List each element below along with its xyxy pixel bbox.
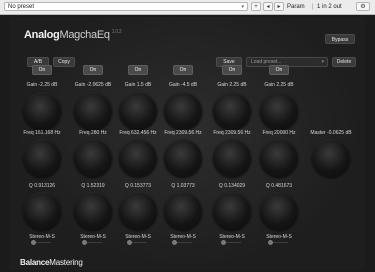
io-label[interactable]: 1 in 2 out <box>317 2 342 12</box>
preset-select[interactable]: No preset ▾ <box>4 2 248 11</box>
stereo-mode-slider[interactable] <box>31 240 53 245</box>
slider-thumb[interactable] <box>172 240 177 245</box>
separator-glyph: | <box>312 4 314 10</box>
band-gain-label: Gain -4.5 dB <box>168 82 198 88</box>
next-preset-button[interactable]: ▸ <box>274 2 284 11</box>
band-freq-label: Freq 2309.56 Hz <box>164 130 202 136</box>
band-q-label: Q 1.03773 <box>171 183 195 189</box>
band-freq-label: Freq 2309.56 Hz <box>213 130 251 136</box>
stereo-mode-slider[interactable] <box>221 240 243 245</box>
band-q-label: Q 0.913126 <box>28 183 56 189</box>
chevron-right-icon: ▸ <box>277 4 281 10</box>
chevron-left-icon: ◂ <box>266 4 270 10</box>
band-freq-label: Freq 20000 Hz <box>262 130 296 136</box>
band-q-label: Q 1.52319 <box>81 183 105 189</box>
band-gain-label: Gain 1.5 dB <box>124 82 152 88</box>
band-gain-knob[interactable] <box>213 92 251 130</box>
param-label[interactable]: Param <box>287 2 305 12</box>
previous-preset-button[interactable]: ◂ <box>263 2 273 11</box>
gear-icon: ⚙ <box>360 4 366 10</box>
band-freq-knob[interactable] <box>164 139 202 177</box>
band-q-label: Q 0.134029 <box>218 183 246 189</box>
band-gain-knob[interactable] <box>23 92 61 130</box>
band-freq-knob[interactable] <box>23 139 61 177</box>
master-knob[interactable] <box>312 139 350 177</box>
band-on-button[interactable]: On <box>269 65 289 75</box>
band-on-button[interactable]: On <box>173 65 193 75</box>
band-q-label: Q 0.153773 <box>124 183 152 189</box>
band-freq-knob[interactable] <box>260 139 298 177</box>
plus-icon: + <box>254 4 258 10</box>
settings-button[interactable]: ⚙ <box>356 2 370 11</box>
band-q-knob[interactable] <box>260 192 298 230</box>
band-on-button[interactable]: On <box>32 65 52 75</box>
band-gain-label: Gain -2.0625 dB <box>74 82 112 88</box>
band-q-knob[interactable] <box>213 192 251 230</box>
band-freq-knob[interactable] <box>119 139 157 177</box>
band-q-knob[interactable] <box>164 192 202 230</box>
band-freq-label: Freq 632.456 Hz <box>119 130 157 136</box>
footer-brand-rest: Mastering <box>49 258 83 267</box>
band-gain-label: Gain 2.25 dB <box>217 82 247 88</box>
slider-thumb[interactable] <box>31 240 36 245</box>
chevron-down-icon: ▾ <box>321 59 324 65</box>
bypass-button[interactable]: Bypass <box>325 34 355 44</box>
host-toolbar: No preset ▾ + ◂ ▸ Param | 1 in 2 out ⚙ <box>0 0 375 15</box>
band-freq-knob[interactable] <box>74 139 112 177</box>
stereo-mode-slider[interactable] <box>82 240 104 245</box>
band-q-label: Q 0.481673 <box>265 183 293 189</box>
band-freq-label: Freq 161.168 Hz <box>23 130 61 136</box>
version-label: 1.0.2 <box>111 29 122 36</box>
band-q-knob[interactable] <box>74 192 112 230</box>
brand-bold: Analog <box>24 29 60 41</box>
plugin-window: AnalogMagchaEq 1.0.2 Bypass A/B Copy Save… <box>10 17 365 270</box>
stereo-mode-slider[interactable] <box>127 240 149 245</box>
band-gain-knob[interactable] <box>119 92 157 130</box>
master-label: Master -0.0625 dB <box>310 130 352 136</box>
preset-dropdown-icon: ▾ <box>241 4 244 10</box>
band-gain-knob[interactable] <box>164 92 202 130</box>
band-q-knob[interactable] <box>119 192 157 230</box>
band-q-knob[interactable] <box>23 192 61 230</box>
band-on-button[interactable]: On <box>128 65 148 75</box>
band-on-button[interactable]: On <box>222 65 242 75</box>
brand-rest: MagchaEq <box>59 29 110 41</box>
footer-brand-bold: Balance <box>20 258 50 267</box>
band-on-button[interactable]: On <box>83 65 103 75</box>
stereo-mode-slider[interactable] <box>268 240 290 245</box>
copy-button[interactable]: Copy <box>53 57 75 67</box>
band-freq-label: Freq 280 Hz <box>79 130 107 136</box>
band-gain-knob[interactable] <box>74 92 112 130</box>
add-preset-button[interactable]: + <box>251 2 261 11</box>
plugin-logo: AnalogMagchaEq 1.0.2 <box>24 29 122 41</box>
band-gain-knob[interactable] <box>260 92 298 130</box>
slider-thumb[interactable] <box>268 240 273 245</box>
preset-select-value: No preset <box>8 4 35 10</box>
band-gain-label: Gain -2.25 dB <box>26 82 58 88</box>
slider-thumb[interactable] <box>82 240 87 245</box>
band-gain-label: Gain 2.25 dB <box>264 82 294 88</box>
stereo-mode-slider[interactable] <box>172 240 194 245</box>
slider-thumb[interactable] <box>221 240 226 245</box>
footer-logo: BalanceMastering <box>20 258 83 267</box>
band-freq-knob[interactable] <box>213 139 251 177</box>
slider-thumb[interactable] <box>127 240 132 245</box>
delete-button[interactable]: Delete <box>332 57 356 67</box>
